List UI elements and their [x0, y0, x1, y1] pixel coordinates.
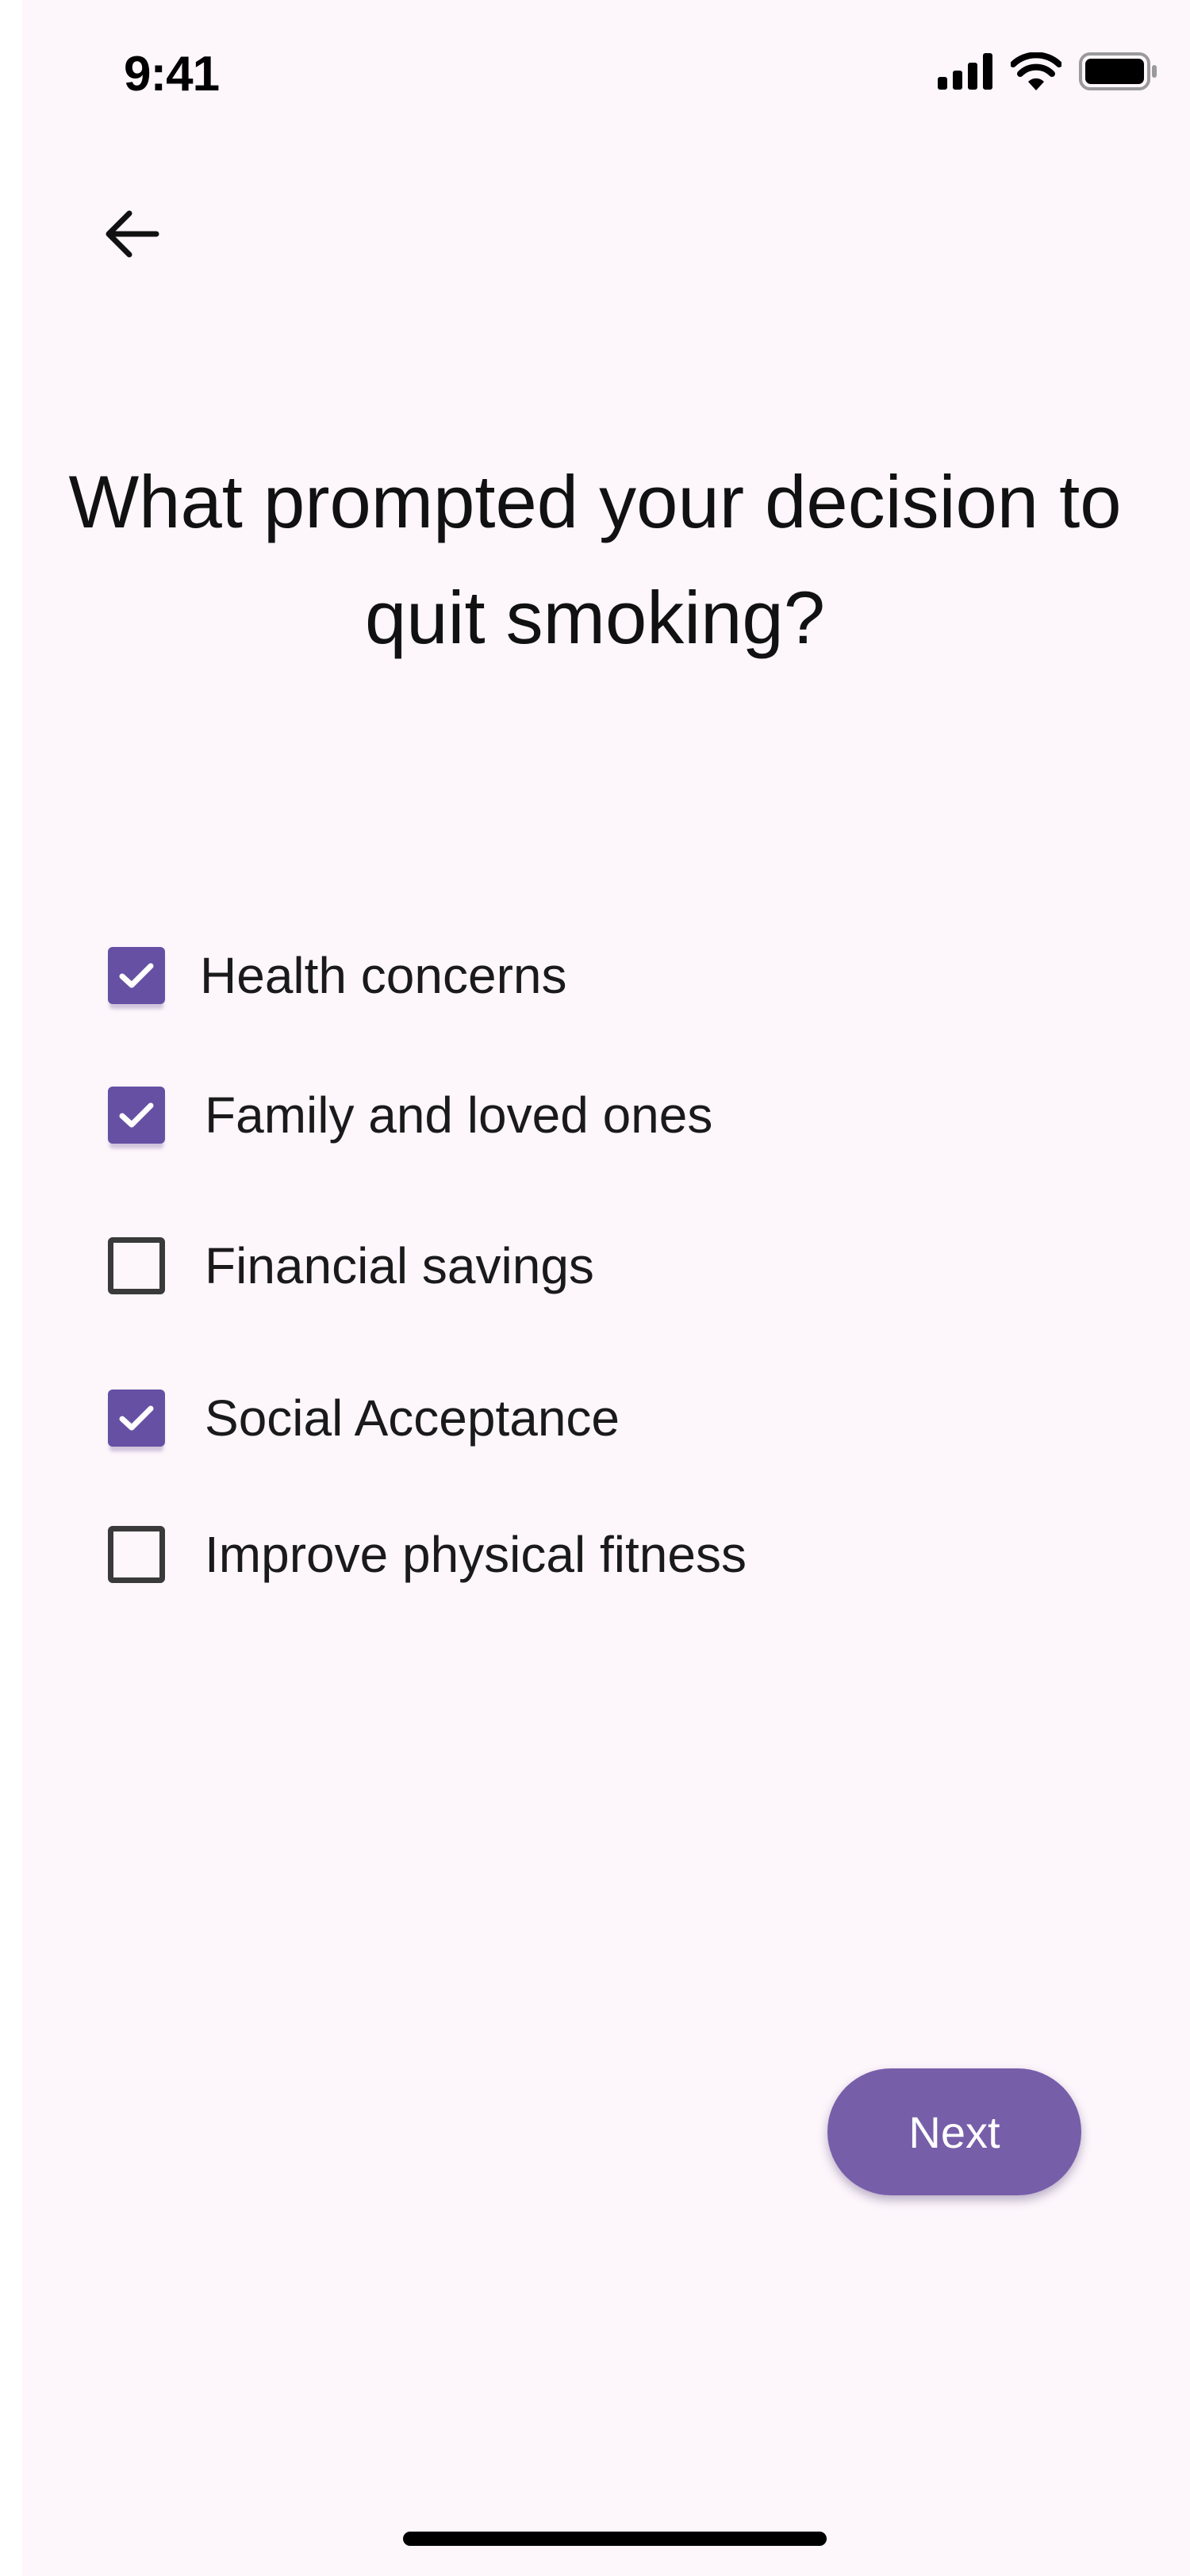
- option-improve-physical-fitness[interactable]: Improve physical fitness: [108, 1515, 747, 1594]
- status-time: 9:41: [124, 47, 220, 102]
- screen-edge: [0, 0, 22, 2576]
- option-financial-savings[interactable]: Financial savings: [108, 1226, 594, 1305]
- next-button[interactable]: Next: [827, 2068, 1081, 2195]
- arrow-left-icon: [106, 210, 159, 258]
- option-label: Health concerns: [200, 947, 567, 1004]
- checkmark-icon: [119, 1405, 154, 1431]
- checkbox-unchecked[interactable]: [108, 1237, 165, 1294]
- checkbox-checked[interactable]: [108, 1390, 165, 1447]
- question-title: What prompted your decision to quit smok…: [68, 460, 1122, 659]
- checkbox-checked[interactable]: [108, 947, 165, 1004]
- checkmark-icon: [119, 1102, 154, 1128]
- option-label: Financial savings: [205, 1237, 594, 1294]
- checkbox-unchecked[interactable]: [108, 1526, 165, 1583]
- option-health-concerns[interactable]: Health concerns: [108, 936, 566, 1015]
- option-label: Improve physical fitness: [205, 1526, 747, 1583]
- checkbox-checked[interactable]: [108, 1087, 165, 1144]
- option-social-acceptance[interactable]: Social Acceptance: [108, 1378, 620, 1458]
- home-indicator[interactable]: [403, 2532, 827, 2546]
- back-button[interactable]: [87, 190, 175, 278]
- option-label: Social Acceptance: [205, 1390, 620, 1447]
- battery-icon: [1079, 52, 1157, 90]
- status-bar: 9:41: [0, 0, 1190, 159]
- checkmark-icon: [119, 963, 154, 988]
- cellular-signal-icon: [938, 53, 992, 90]
- status-icons: [938, 52, 1158, 90]
- wifi-icon: [1011, 52, 1061, 90]
- option-label: Family and loved ones: [205, 1087, 713, 1144]
- option-family-and-loved-ones[interactable]: Family and loved ones: [108, 1075, 712, 1155]
